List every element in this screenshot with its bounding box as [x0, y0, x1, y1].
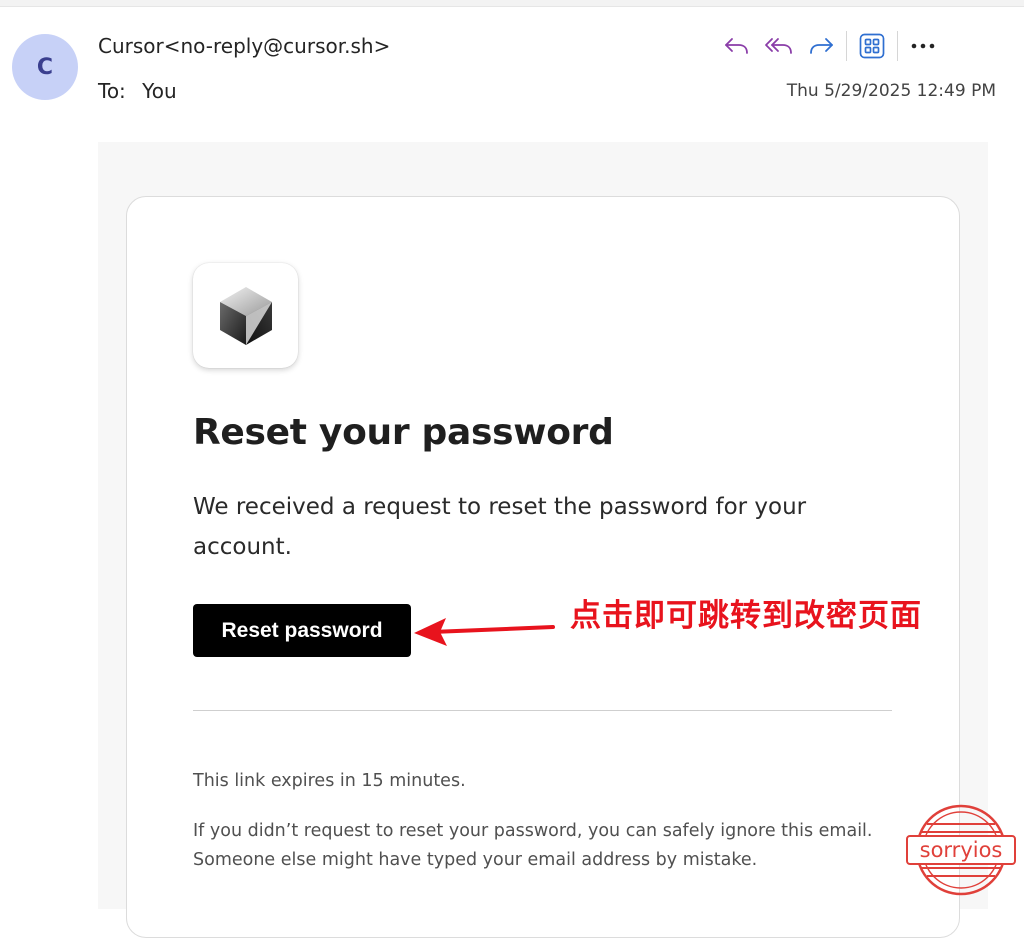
email-body-text: We received a request to reset the passw…	[193, 494, 807, 560]
forward-icon	[810, 38, 833, 54]
ignore-note: If you didn’t request to reset your pass…	[193, 821, 873, 870]
sorryios-watermark-stamp: sorryios	[906, 804, 1016, 896]
apps-icon	[859, 33, 885, 59]
recipient-row: To: You	[98, 79, 177, 103]
window-top-edge	[0, 0, 1024, 7]
cursor-logo	[193, 263, 298, 368]
reply-button[interactable]	[716, 28, 758, 64]
recipient-name[interactable]: You	[142, 79, 176, 103]
cursor-logo-icon	[219, 286, 272, 345]
to-label: To:	[98, 79, 126, 103]
message-actions	[716, 28, 944, 64]
sender-name[interactable]: Cursor<no-reply@cursor.sh>	[98, 34, 390, 58]
forward-button[interactable]	[800, 28, 842, 64]
red-arrow-annotation	[414, 618, 555, 646]
more-icon	[911, 43, 935, 49]
reply-all-button[interactable]	[758, 28, 800, 64]
reply-all-icon	[765, 38, 792, 54]
avatar-letter: C	[36, 54, 54, 80]
watermark-text: sorryios	[920, 838, 1003, 862]
annotation-text: 点击即可跳转到改密页面	[570, 598, 922, 634]
received-date: Thu 5/29/2025 12:49 PM	[786, 81, 996, 101]
toolbar-divider	[846, 31, 847, 61]
email-divider	[193, 710, 892, 711]
avatar[interactable]: C	[12, 34, 78, 100]
apps-button[interactable]	[851, 28, 893, 64]
reset-password-button[interactable]: Reset password	[193, 604, 411, 657]
more-actions-button[interactable]	[902, 28, 944, 64]
expiry-note: This link expires in 15 minutes.	[193, 771, 466, 791]
email-heading: Reset your password	[193, 412, 614, 453]
reply-icon	[725, 38, 748, 54]
toolbar-divider	[897, 31, 898, 61]
